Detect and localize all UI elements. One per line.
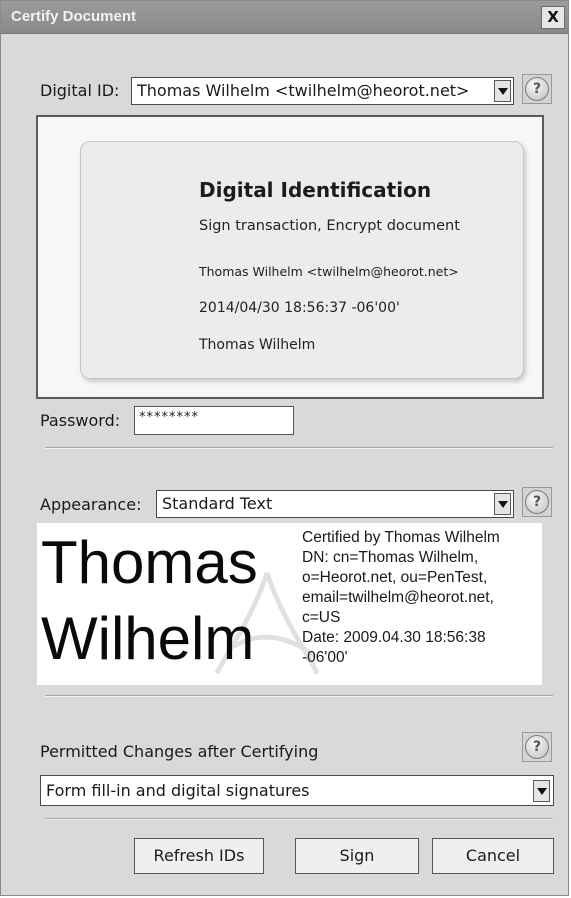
digital-id-label: Digital ID:	[40, 81, 120, 100]
card-timestamp: 2014/04/30 18:56:37 -06'00'	[199, 300, 400, 316]
certify-document-dialog: Certify Document X Digital ID: Thomas Wi…	[0, 0, 569, 896]
cert-detail-line: DN: cn=Thomas Wilhelm,	[302, 549, 479, 566]
cert-detail-line: -06'00'	[302, 649, 348, 666]
help-icon: ?	[525, 77, 549, 101]
dropdown-arrow-icon[interactable]	[494, 493, 511, 515]
cert-detail-line: c=US	[302, 609, 341, 626]
signature-appearance-preview: Thomas Wilhelm Certified by Thomas Wilhe…	[37, 523, 542, 685]
close-button[interactable]: X	[541, 6, 565, 29]
appearance-select[interactable]: Standard Text	[156, 490, 514, 518]
card-identity: Thomas Wilhelm <twilhelm@heorot.net>	[199, 264, 459, 279]
permitted-changes-help-button[interactable]: ?	[522, 732, 552, 762]
password-field[interactable]: ********	[134, 406, 294, 435]
separator-2	[45, 695, 553, 697]
digital-id-select[interactable]: Thomas Wilhelm <twilhelm@heorot.net>	[131, 77, 514, 105]
dropdown-arrow-icon[interactable]	[494, 80, 511, 102]
cert-detail-line: Certified by Thomas Wilhelm	[302, 529, 500, 546]
sign-button[interactable]: Sign	[295, 838, 419, 874]
card-usage: Sign transaction, Encrypt document	[199, 218, 460, 234]
cert-detail-line: o=Heorot.net, ou=PenTest,	[302, 569, 488, 586]
digital-id-card: Digital Identification Sign transaction,…	[80, 141, 524, 379]
separator-3	[45, 818, 553, 820]
password-label: Password:	[40, 411, 121, 430]
appearance-value: Standard Text	[162, 494, 273, 513]
separator-1	[45, 447, 553, 449]
permitted-changes-label: Permitted Changes after Certifying	[40, 742, 319, 761]
signature-name-line1: Thomas	[41, 529, 258, 596]
permitted-changes-value: Form fill-in and digital signatures	[46, 781, 310, 800]
digital-id-help-button[interactable]: ?	[522, 74, 552, 104]
card-title: Digital Identification	[199, 178, 432, 202]
password-value: ********	[139, 410, 199, 425]
window-title: Certify Document	[11, 8, 137, 25]
appearance-label: Appearance:	[40, 495, 142, 514]
permitted-changes-select[interactable]: Form fill-in and digital signatures	[40, 775, 554, 806]
cancel-button[interactable]: Cancel	[432, 838, 554, 874]
title-bar[interactable]: Certify Document X	[1, 1, 568, 34]
refresh-ids-button[interactable]: Refresh IDs	[134, 838, 264, 874]
card-name: Thomas Wilhelm	[199, 337, 316, 353]
help-icon: ?	[525, 490, 549, 514]
dropdown-arrow-icon[interactable]	[533, 780, 550, 802]
help-icon: ?	[525, 735, 549, 759]
cert-detail-line: Date: 2009.04.30 18:56:38	[302, 629, 486, 646]
signature-name-line2: Wilhelm	[41, 605, 255, 672]
digital-id-preview: Digital Identification Sign transaction,…	[36, 115, 544, 399]
appearance-help-button[interactable]: ?	[522, 487, 552, 517]
digital-id-value: Thomas Wilhelm <twilhelm@heorot.net>	[137, 81, 470, 100]
close-icon: X	[547, 8, 559, 26]
cert-detail-line: email=twilhelm@heorot.net,	[302, 589, 494, 606]
